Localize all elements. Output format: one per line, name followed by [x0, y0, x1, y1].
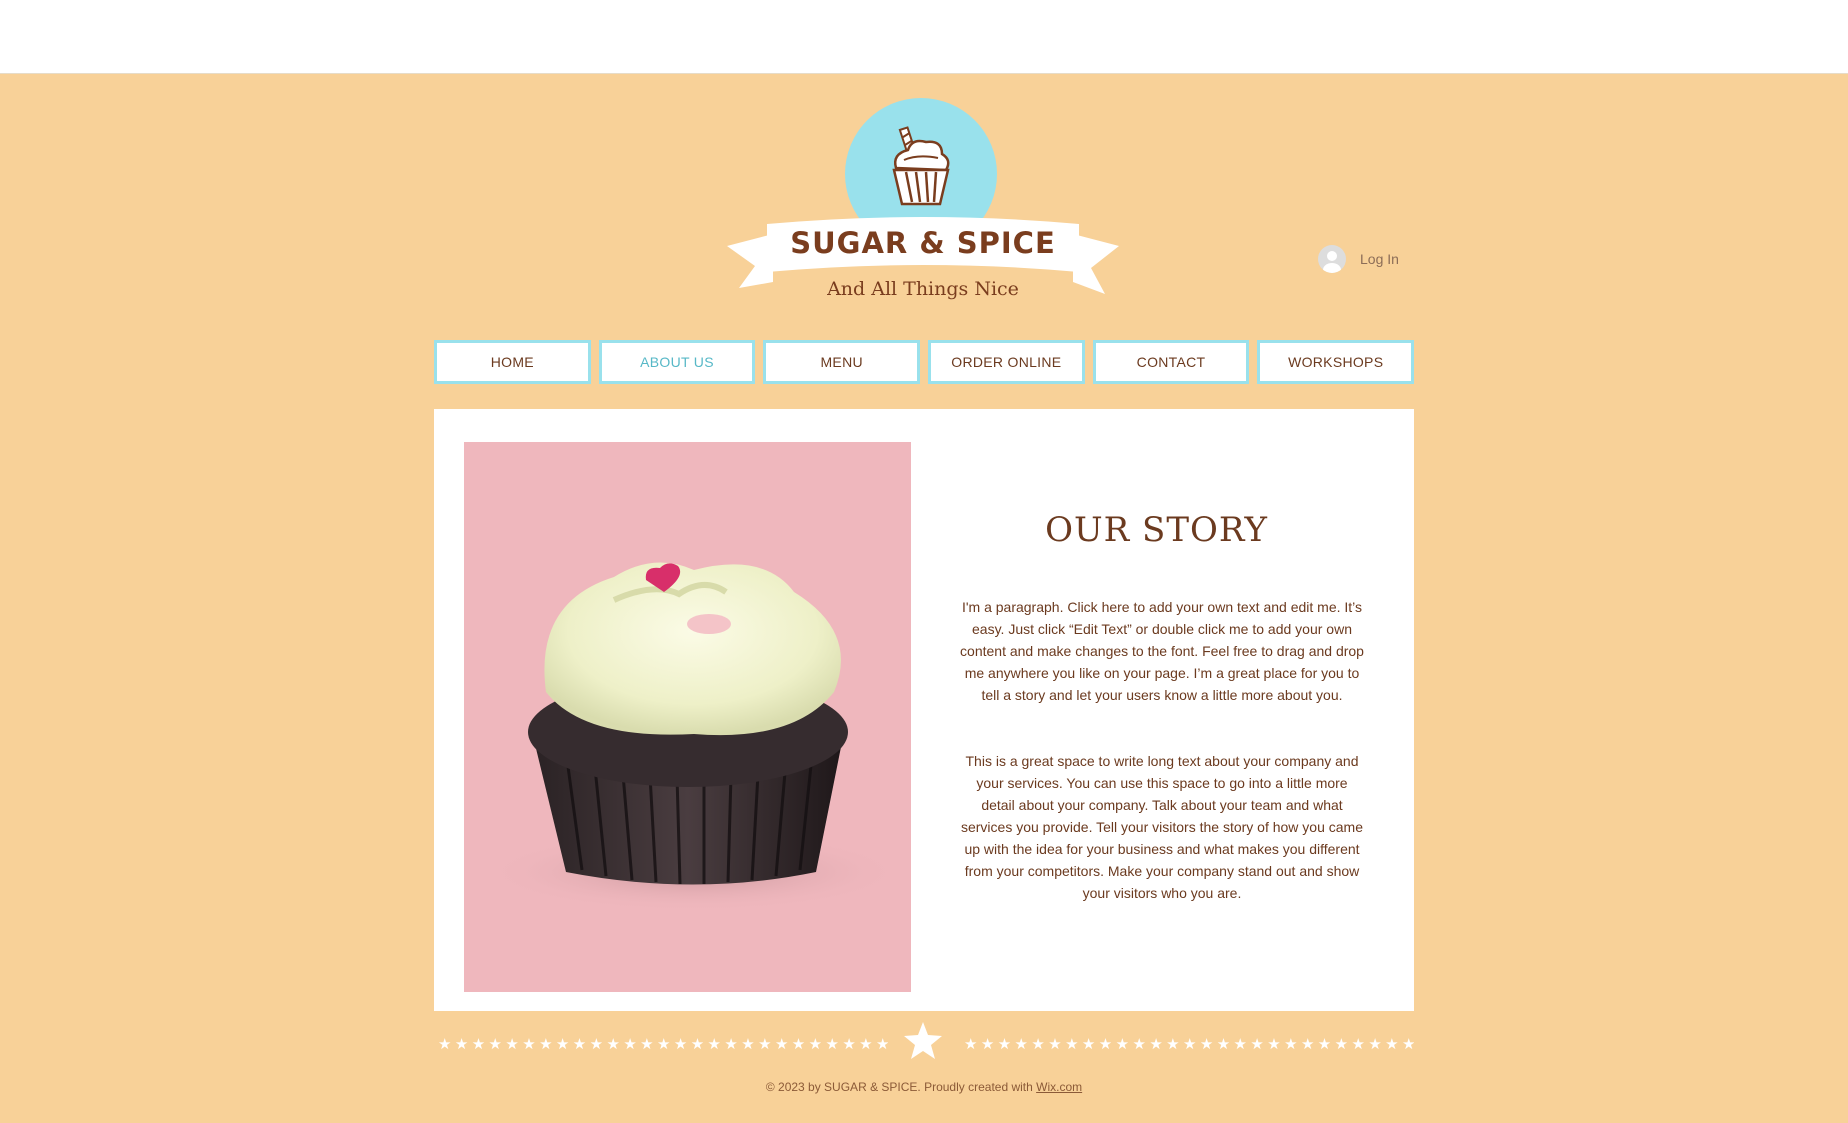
main-nav: HOME ABOUT US MENU ORDER ONLINE CONTACT …	[434, 340, 1415, 384]
story-paragraph-2: This is a great space to write long text…	[960, 753, 1364, 901]
top-bar	[0, 0, 1848, 74]
login-label: Log In	[1360, 251, 1399, 267]
footer-wix-link[interactable]: Wix.com	[1036, 1080, 1082, 1094]
footer: © 2023 by SUGAR & SPICE. Proudly created…	[0, 1080, 1848, 1094]
star-divider-right: ★★★★★★★★★★★★★★★★★★★★★★★★★★★★★★★	[964, 1036, 1414, 1053]
cupcake-photo	[464, 442, 911, 992]
nav-item-contact[interactable]: CONTACT	[1092, 340, 1250, 384]
nav-item-home[interactable]: HOME	[434, 340, 591, 384]
footer-copyright: © 2023 by SUGAR & SPICE. Proudly created…	[765, 1080, 1037, 1094]
nav-item-order-online[interactable]: ORDER ONLINE	[928, 340, 1085, 384]
nav-item-menu[interactable]: MENU	[763, 340, 921, 384]
story-paragraph-1: I'm a paragraph. Click here to add your …	[960, 599, 1364, 703]
user-avatar-icon	[1318, 245, 1346, 273]
star-icon	[904, 1022, 942, 1059]
nav-item-workshops[interactable]: WORKSHOPS	[1257, 340, 1415, 384]
login-button[interactable]: Log In	[1318, 242, 1399, 276]
star-divider-left: ★★★★★★★★★★★★★★★★★★★★★★★★★★★★★★★	[438, 1036, 888, 1053]
story-title: OUR STORY	[1045, 510, 1268, 550]
brand-tagline: And All Things Nice	[827, 278, 1019, 300]
brand-name[interactable]: SUGAR & SPICE	[760, 226, 1086, 260]
nav-item-about-us[interactable]: ABOUT US	[598, 340, 756, 384]
cupcake-icon	[892, 126, 950, 206]
